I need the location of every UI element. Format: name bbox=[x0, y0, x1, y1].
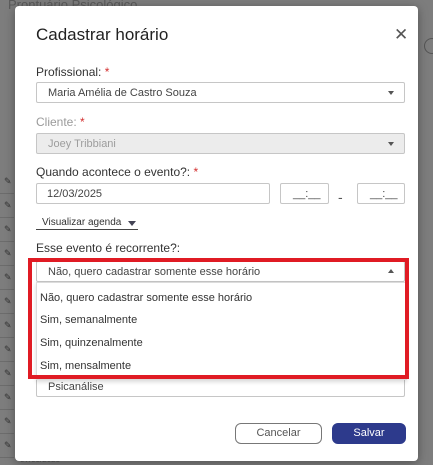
recorrente-option[interactable]: Sim, mensalmente bbox=[40, 360, 131, 372]
cancel-button[interactable]: Cancelar bbox=[235, 423, 322, 444]
profissional-label-text: Profissional: bbox=[36, 65, 102, 79]
required-mark: * bbox=[80, 115, 85, 129]
edit-icon: ✎ bbox=[4, 368, 12, 378]
background-row: ✎ bbox=[0, 338, 14, 362]
required-mark: * bbox=[104, 65, 110, 79]
date-input[interactable]: 12/03/2025 bbox=[36, 183, 270, 204]
profissional-value: Maria Amélia de Castro Souza bbox=[48, 87, 197, 99]
end-time-input[interactable]: __:__ bbox=[357, 183, 405, 204]
recorrente-select[interactable]: Não, quero cadastrar somente esse horári… bbox=[36, 261, 405, 282]
recorrente-option[interactable]: Sim, quinzenalmente bbox=[40, 337, 143, 349]
background-row: ✎ bbox=[0, 194, 14, 218]
edit-icon: ✎ bbox=[4, 224, 12, 234]
close-icon[interactable]: ✕ bbox=[394, 26, 408, 43]
background-row: ✎ bbox=[0, 362, 14, 386]
save-button[interactable]: Salvar bbox=[332, 423, 406, 444]
edit-icon: ✎ bbox=[4, 440, 12, 450]
background-row: ✎ bbox=[0, 314, 14, 338]
recorrente-dropdown-menu: Não, quero cadastrar somente esse horári… bbox=[36, 282, 407, 380]
start-time-input[interactable]: __:__ bbox=[280, 183, 329, 204]
edit-icon: ✎ bbox=[4, 200, 12, 210]
quando-label: Quando acontece o evento?: * bbox=[36, 165, 198, 179]
background-row: ✎ bbox=[0, 386, 14, 410]
background-row: ✎ bbox=[0, 410, 14, 434]
edit-icon: ✎ bbox=[4, 344, 12, 354]
edit-icon: ✎ bbox=[4, 392, 12, 402]
modal-title: Cadastrar horário bbox=[36, 25, 169, 44]
background-row: ✎ bbox=[0, 242, 14, 266]
required-mark: * bbox=[193, 165, 199, 179]
start-time-value: __:__ bbox=[293, 188, 321, 200]
background-circle-icon bbox=[424, 38, 433, 54]
chevron-up-icon bbox=[388, 269, 394, 273]
recorrente-selected-value: Não, quero cadastrar somente esse horári… bbox=[48, 266, 261, 278]
chevron-down-icon bbox=[388, 142, 394, 146]
edit-icon: ✎ bbox=[4, 176, 12, 186]
recorrente-option[interactable]: Não, quero cadastrar somente esse horári… bbox=[40, 292, 252, 304]
tipo-select[interactable]: Psicanálise bbox=[36, 377, 405, 397]
edit-icon: ✎ bbox=[4, 320, 12, 330]
schedule-modal: Cadastrar horário ✕ Profissional: * Mari… bbox=[15, 6, 418, 461]
edit-icon: ✎ bbox=[4, 248, 12, 258]
time-separator: - bbox=[338, 189, 343, 205]
edit-icon: ✎ bbox=[4, 272, 12, 282]
cliente-label: Cliente: * bbox=[36, 115, 85, 129]
quando-label-text: Quando acontece o evento?: bbox=[36, 165, 191, 179]
background-row: ✎ bbox=[0, 266, 14, 290]
edit-icon: ✎ bbox=[4, 416, 12, 426]
recorrente-option[interactable]: Sim, semanalmente bbox=[40, 314, 137, 326]
visualizar-agenda-label: Visualizar agenda bbox=[42, 217, 122, 228]
cliente-label-text: Cliente: bbox=[36, 115, 77, 129]
background-row: ✎ bbox=[0, 434, 14, 458]
end-time-value: __:__ bbox=[370, 188, 398, 200]
cliente-select: Joey Tribbiani bbox=[36, 133, 405, 154]
cliente-value: Joey Tribbiani bbox=[48, 138, 116, 150]
chevron-down-icon bbox=[388, 91, 394, 95]
background-row-list: ✎ ✎ ✎ ✎ ✎ ✎ ✎ ✎ ✎ ✎ ✎ ✎ bbox=[0, 170, 14, 458]
tipo-value: Psicanálise bbox=[48, 381, 104, 393]
profissional-select[interactable]: Maria Amélia de Castro Souza bbox=[36, 82, 405, 103]
date-value: 12/03/2025 bbox=[47, 188, 103, 200]
triangle-down-icon bbox=[128, 221, 136, 226]
recorrente-label: Esse evento é recorrente?: bbox=[36, 241, 181, 255]
edit-icon: ✎ bbox=[4, 296, 12, 306]
background-row: ✎ bbox=[0, 218, 14, 242]
profissional-label: Profissional: * bbox=[36, 65, 109, 79]
background-row: ✎ bbox=[0, 290, 14, 314]
visualizar-agenda-toggle[interactable]: Visualizar agenda bbox=[36, 217, 138, 230]
background-row: ✎ bbox=[0, 170, 14, 194]
